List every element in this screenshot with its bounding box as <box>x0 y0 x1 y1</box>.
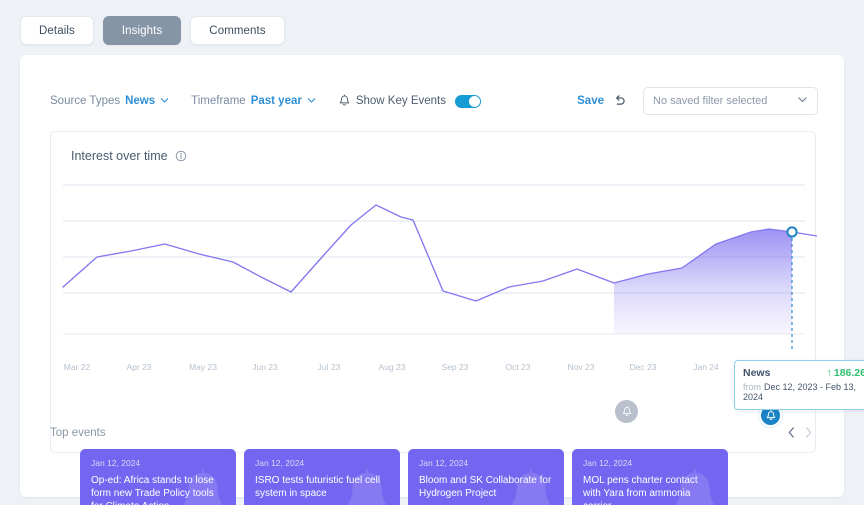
timeframe-filter[interactable]: Timeframe Past year <box>191 95 316 107</box>
tooltip-range-row: from Dec 12, 2023 - Feb 13, 2024 <box>743 382 864 402</box>
show-key-events-label: Show Key Events <box>355 95 446 107</box>
saved-filter-select[interactable]: No saved filter selected <box>643 87 818 115</box>
top-event-date: Jan 12, 2024 <box>91 458 141 468</box>
tab-insights[interactable]: Insights <box>102 16 182 45</box>
top-events-heading: Top events <box>50 427 106 439</box>
top-event-title: Bloom and SK Collaborate for Hydrogen Pr… <box>419 475 552 500</box>
x-tick: Jun 23 <box>252 362 278 372</box>
save-button[interactable]: Save <box>577 95 604 107</box>
x-tick: Sep 23 <box>441 362 469 372</box>
top-event-card[interactable]: Jan 12, 2024 Op-ed: Africa stands to los… <box>80 449 236 505</box>
key-event-marker-grey[interactable] <box>615 400 638 423</box>
tab-bar: Details Insights Comments <box>20 16 285 45</box>
chevron-down-icon <box>797 94 808 108</box>
x-tick: Nov 23 <box>567 362 595 372</box>
chevron-down-icon <box>307 96 316 104</box>
top-event-date: Jan 12, 2024 <box>419 458 469 468</box>
x-tick: Oct 23 <box>505 362 531 372</box>
tooltip-from-label: from <box>743 382 761 392</box>
x-tick: Jan 24 <box>693 362 719 372</box>
bell-icon <box>766 409 775 420</box>
top-event-date: Jan 12, 2024 <box>583 458 633 468</box>
timeframe-label: Timeframe <box>191 95 246 107</box>
saved-filter-value: No saved filter selected <box>653 95 768 107</box>
x-tick: Mar 22 <box>63 362 91 372</box>
show-key-events-control[interactable]: Show Key Events <box>338 94 481 108</box>
timeframe-value: Past year <box>250 95 302 107</box>
top-event-title: MOL pens charter contact with Yara from … <box>583 475 698 505</box>
chart-highlight-area <box>614 229 792 334</box>
x-tick: Aug 23 <box>378 362 406 372</box>
top-event-card[interactable]: Jan 12, 2024 Bloom and SK Collaborate fo… <box>408 449 564 505</box>
source-types-value: News <box>125 95 156 107</box>
insights-panel: Source Types News Timeframe Past year Sh… <box>20 55 864 505</box>
info-icon[interactable] <box>175 150 187 162</box>
top-event-title: Op-ed: Africa stands to lose form new Tr… <box>91 475 214 505</box>
tab-details[interactable]: Details <box>20 16 94 45</box>
chart-active-point[interactable] <box>786 226 798 238</box>
chart-tooltip: News ↑ 186.26 from Dec 12, 2023 - Feb 13, … <box>734 360 864 410</box>
tooltip-series-name: News <box>743 367 771 379</box>
top-event-title: ISRO tests futuristic fuel cell system i… <box>255 475 381 500</box>
chart-header: Interest over time <box>71 149 187 163</box>
reset-arrow-icon[interactable] <box>612 94 627 109</box>
tab-comments[interactable]: Comments <box>190 16 285 45</box>
arrow-up-icon: ↑ <box>826 367 832 379</box>
bell-icon <box>338 94 351 108</box>
x-tick: Dec 23 <box>629 362 657 372</box>
tooltip-primary-row: News ↑ 186.26 <box>743 367 864 379</box>
bell-icon <box>622 405 631 416</box>
source-types-label: Source Types <box>50 95 121 107</box>
filters-toolbar: Source Types News Timeframe Past year Sh… <box>50 85 818 117</box>
tooltip-value: 186.26 <box>833 367 864 379</box>
source-types-filter[interactable]: Source Types News <box>50 95 169 107</box>
chart-title: Interest over time <box>71 149 168 163</box>
x-tick: Jul 23 <box>317 362 341 372</box>
chart-svg <box>62 184 817 352</box>
top-events-carousel-controls <box>786 426 814 439</box>
top-event-date: Jan 12, 2024 <box>255 458 305 468</box>
insights-screen: Details Insights Comments Source Types N… <box>0 0 864 505</box>
chart-plot-area[interactable] <box>51 174 817 354</box>
x-tick: May 23 <box>189 362 217 372</box>
tooltip-value-group: ↑ 186.26 <box>827 367 864 379</box>
chevron-left-icon[interactable] <box>786 426 797 439</box>
x-tick: Apr 23 <box>126 362 152 372</box>
chart-x-axis: Mar 22 Apr 23 May 23 Jun 23 Jul 23 Aug 2… <box>51 354 845 378</box>
show-key-events-toggle[interactable] <box>454 94 481 108</box>
top-event-card[interactable]: Jan 12, 2024 MOL pens charter contact wi… <box>572 449 728 505</box>
interest-over-time-card: Interest over time Mar 22 Apr 23 May 23 … <box>50 131 864 453</box>
top-event-card[interactable]: Jan 12, 2024 ISRO tests futuristic fuel … <box>244 449 400 505</box>
top-events-list: Jan 12, 2024 Op-ed: Africa stands to los… <box>80 449 728 505</box>
chevron-down-icon <box>160 96 169 104</box>
chevron-right-icon[interactable] <box>803 426 814 439</box>
toggle-knob <box>468 95 480 107</box>
